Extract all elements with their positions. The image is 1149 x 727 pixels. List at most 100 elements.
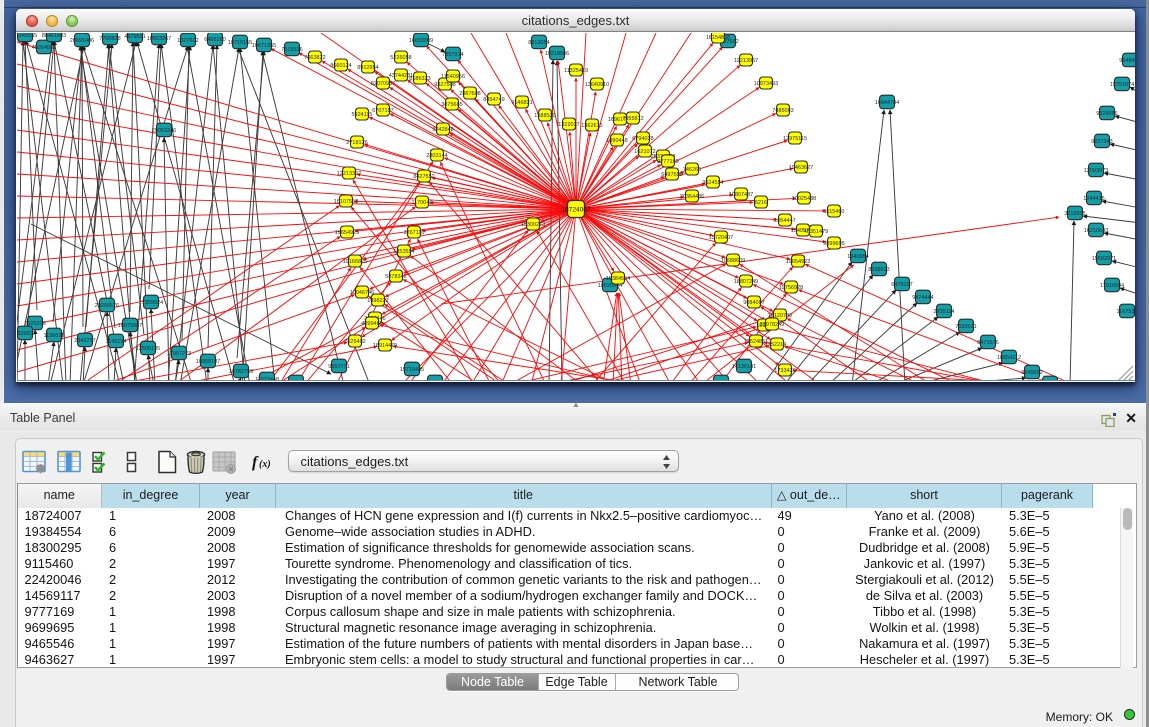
svg-text:252214: 252214 (767, 342, 785, 348)
svg-text:6216: 6216 (754, 200, 766, 206)
svg-text:4099469: 4099469 (361, 321, 382, 327)
svg-text:33978249: 33978249 (759, 322, 783, 328)
svg-text:17359924: 17359924 (138, 300, 162, 306)
svg-text:5226058: 5226058 (390, 55, 411, 61)
svg-text:8660124: 8660124 (330, 63, 351, 69)
svg-text:10973493: 10973493 (753, 81, 777, 87)
svg-text:6794028: 6794028 (632, 136, 653, 142)
svg-text:6497508: 6497508 (661, 172, 682, 178)
svg-text:12975115: 12975115 (782, 136, 806, 142)
svg-text:15720407: 15720407 (708, 235, 732, 241)
svg-text:7663822: 7663822 (304, 55, 325, 61)
svg-text:85345555: 85345555 (17, 33, 37, 39)
svg-text:9242848: 9242848 (432, 127, 453, 133)
svg-text:9227343: 9227343 (1091, 139, 1112, 145)
svg-text:1244415: 1244415 (1083, 196, 1104, 202)
svg-text:6707197: 6707197 (372, 108, 393, 114)
svg-text:16033809: 16033809 (408, 38, 432, 44)
svg-text:9327508: 9327508 (434, 82, 455, 88)
svg-text:1990448: 1990448 (606, 138, 627, 144)
svg-text:6479197: 6479197 (891, 282, 912, 288)
svg-text:66661351: 66661351 (422, 380, 446, 381)
svg-text:8186323: 8186323 (409, 76, 430, 82)
svg-text:20206576: 20206576 (94, 303, 118, 309)
svg-text:9777169: 9777169 (657, 159, 678, 165)
svg-text:3215955: 3215955 (1064, 211, 1085, 217)
svg-text:9548432: 9548432 (1119, 58, 1135, 64)
svg-text:19463627: 19463627 (788, 165, 812, 171)
svg-text:2839607: 2839607 (17, 331, 36, 337)
svg-text:10975867: 10975867 (117, 323, 141, 329)
svg-text:8454749: 8454749 (483, 97, 504, 103)
svg-text:16107552: 16107552 (333, 199, 357, 205)
svg-text:10553267: 10553267 (146, 36, 170, 42)
svg-text:7515536: 7515536 (281, 47, 302, 53)
svg-text:7857214: 7857214 (442, 52, 463, 58)
svg-text:2935114: 2935114 (933, 309, 954, 315)
svg-text:7955812: 7955812 (622, 116, 643, 122)
svg-text:3267110: 3267110 (403, 230, 424, 236)
svg-text:f: f (252, 454, 259, 471)
svg-text:3875685: 3875685 (441, 102, 462, 108)
svg-text:8471676: 8471676 (977, 340, 998, 346)
svg-text:11923448: 11923448 (254, 377, 278, 381)
svg-text:15751074: 15751074 (1109, 82, 1133, 88)
svg-text:19384554: 19384554 (605, 276, 629, 282)
svg-text:12093873: 12093873 (1083, 168, 1107, 174)
svg-text:8938923: 8938923 (868, 267, 889, 273)
svg-text:1588520: 1588520 (534, 113, 555, 119)
svg-text:1322037: 1322037 (558, 122, 579, 128)
svg-text:8813054: 8813054 (528, 40, 549, 46)
svg-text:82070937: 82070937 (370, 81, 394, 87)
svg-text:7485063: 7485063 (772, 108, 793, 114)
svg-text:12505135: 12505135 (135, 346, 159, 352)
svg-text:8912954: 8912954 (357, 65, 378, 71)
svg-text:746266: 746266 (682, 167, 700, 173)
svg-text:9084007: 9084007 (743, 300, 764, 306)
svg-text:1170046: 1170046 (411, 200, 432, 206)
svg-text:45351479: 45351479 (803, 229, 827, 235)
svg-text:19654923: 19654923 (785, 259, 809, 265)
svg-text:4679591: 4679591 (124, 34, 145, 40)
svg-text:1498222: 1498222 (367, 298, 388, 304)
svg-text:1054447: 1054447 (774, 218, 795, 224)
svg-text:5924115: 5924115 (351, 112, 372, 118)
svg-text:14136141: 14136141 (731, 364, 755, 370)
svg-text:7402509: 7402509 (710, 380, 731, 381)
svg-text:1145194: 1145194 (105, 339, 126, 345)
svg-text:10046746: 10046746 (349, 290, 373, 296)
svg-text:15692971: 15692971 (1091, 256, 1115, 262)
svg-text:9146821: 9146821 (511, 100, 532, 106)
svg-text:10025488: 10025488 (791, 196, 815, 202)
svg-text:16914479: 16914479 (372, 343, 396, 349)
svg-text:9329966: 9329966 (1096, 111, 1117, 117)
svg-text:20364436: 20364436 (679, 194, 703, 200)
svg-text:10719155: 10719155 (227, 40, 251, 46)
svg-text:10807487: 10807487 (728, 192, 752, 198)
svg-text:1353594: 1353594 (393, 249, 414, 255)
svg-text:19756928: 19756928 (778, 285, 802, 291)
svg-text:11540956: 11540956 (440, 74, 464, 80)
svg-text:17016504: 17016504 (1099, 283, 1123, 289)
svg-text:9899695: 9899695 (823, 241, 844, 247)
svg-text:12213362: 12213362 (336, 171, 360, 177)
svg-text:20691406: 20691406 (69, 38, 93, 44)
svg-text:2867608: 2867608 (459, 91, 480, 97)
svg-text:17957223: 17957223 (166, 351, 190, 357)
svg-text:1156829: 1156829 (43, 333, 64, 339)
svg-text:3624554: 3624554 (702, 180, 723, 186)
svg-text:9474444: 9474444 (912, 295, 933, 301)
svg-text:19654925: 19654925 (334, 230, 358, 236)
svg-text:45264581: 45264581 (31, 45, 55, 51)
svg-text:5878342: 5878342 (385, 274, 406, 280)
svg-text:1527602: 1527602 (177, 38, 198, 44)
svg-text:9657771: 9657771 (328, 364, 349, 370)
svg-text:18807249: 18807249 (733, 279, 757, 285)
svg-text:3684052: 3684052 (285, 380, 306, 381)
svg-text:15300273: 15300273 (520, 222, 544, 228)
svg-text:1167533: 1167533 (1116, 309, 1135, 315)
svg-text:12213967: 12213967 (733, 58, 757, 64)
svg-text:16154808: 16154808 (705, 35, 729, 41)
svg-text:10958107: 10958107 (195, 359, 219, 365)
svg-text:10671355: 10671355 (251, 43, 275, 49)
